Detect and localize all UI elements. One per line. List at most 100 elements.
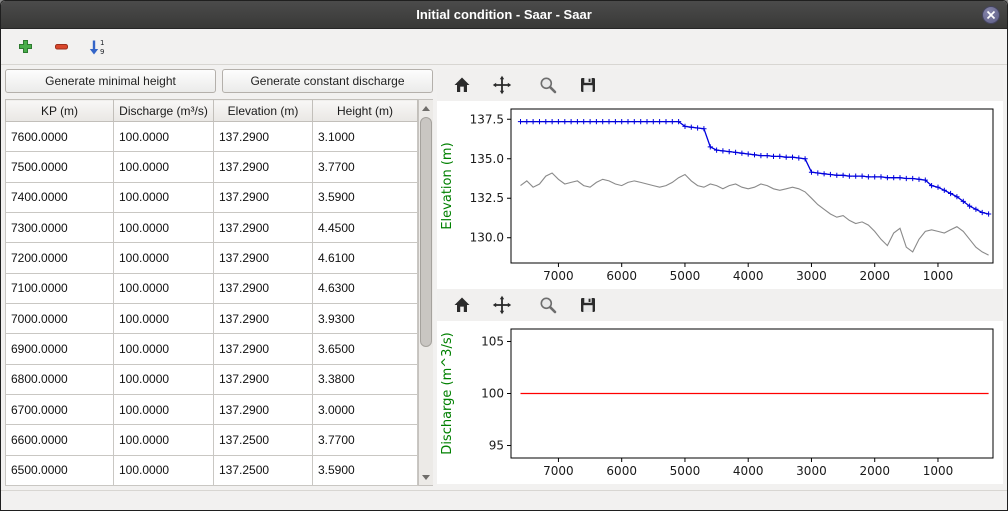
table-row: 7600.0000100.0000137.29003.1000 (6, 122, 418, 152)
table-cell[interactable]: 6600.0000 (6, 425, 114, 455)
table-cell[interactable]: 6800.0000 (6, 364, 114, 394)
table-cell[interactable]: 137.2900 (214, 182, 313, 212)
table-cell[interactable]: 137.2900 (214, 243, 313, 273)
app-window: Initial condition - Saar - Saar 1 9 (0, 0, 1008, 511)
table-row: 6800.0000100.0000137.29003.3800 (6, 364, 418, 394)
table-row: 7200.0000100.0000137.29004.6100 (6, 243, 418, 273)
titlebar[interactable]: Initial condition - Saar - Saar (1, 1, 1007, 29)
save-button[interactable] (575, 292, 601, 318)
home-button[interactable] (449, 292, 475, 318)
save-icon (578, 75, 598, 95)
table-cell[interactable]: 7000.0000 (6, 303, 114, 333)
window-title: Initial condition - Saar - Saar (1, 7, 1007, 22)
table-cell[interactable]: 137.2900 (214, 122, 313, 152)
table-cell[interactable]: 137.2900 (214, 364, 313, 394)
table-cell[interactable]: 100.0000 (114, 212, 214, 242)
table-cell[interactable]: 3.9300 (313, 303, 418, 333)
generate-minimal-height-button[interactable]: Generate minimal height (5, 69, 216, 93)
table-row: 6900.0000100.0000137.29003.6500 (6, 334, 418, 364)
scrollbar-up-arrow[interactable] (419, 101, 433, 115)
table-cell[interactable]: 3.1000 (313, 122, 418, 152)
table-cell[interactable]: 7600.0000 (6, 122, 114, 152)
svg-text:1000: 1000 (923, 464, 954, 478)
table-cell[interactable]: 3.7700 (313, 152, 418, 182)
svg-text:130.0: 130.0 (470, 231, 504, 245)
svg-text:95: 95 (489, 439, 504, 453)
elevation-chart[interactable]: 7000600050004000300020001000130.0132.513… (437, 101, 1003, 289)
table-row: 7400.0000100.0000137.29003.5900 (6, 182, 418, 212)
table-cell[interactable]: 137.2900 (214, 394, 313, 424)
sort-rows-button[interactable]: 1 9 (83, 34, 111, 60)
scrollbar-thumb[interactable] (420, 117, 432, 347)
elevation-chart-toolbar (437, 69, 1003, 101)
table-cell[interactable]: 137.2500 (214, 425, 313, 455)
charts-panel: 7000600050004000300020001000130.0132.513… (437, 69, 1003, 486)
table-cell[interactable]: 137.2900 (214, 334, 313, 364)
table-cell[interactable]: 3.6500 (313, 334, 418, 364)
svg-text:137.5: 137.5 (470, 112, 504, 126)
table-cell[interactable]: 100.0000 (114, 455, 214, 485)
pan-button[interactable] (489, 72, 515, 98)
table-cell[interactable]: 4.6300 (313, 273, 418, 303)
zoom-button[interactable] (535, 292, 561, 318)
table-column-header[interactable]: KP (m) (6, 100, 114, 122)
table-cell[interactable]: 4.6100 (313, 243, 418, 273)
table-cell[interactable]: 100.0000 (114, 394, 214, 424)
home-button[interactable] (449, 72, 475, 98)
table-cell[interactable]: 6500.0000 (6, 455, 114, 485)
remove-row-button[interactable] (47, 34, 75, 60)
table-cell[interactable]: 100.0000 (114, 364, 214, 394)
table-cell[interactable]: 137.2500 (214, 455, 313, 485)
table-cell[interactable]: 100.0000 (114, 182, 214, 212)
table-cell[interactable]: 137.2900 (214, 212, 313, 242)
table-cell[interactable]: 3.5900 (313, 455, 418, 485)
table-column-header[interactable]: Discharge (m³/s) (114, 100, 214, 122)
svg-text:5000: 5000 (670, 464, 701, 478)
table-cell[interactable]: 7200.0000 (6, 243, 114, 273)
svg-text:4000: 4000 (733, 269, 764, 283)
table-cell[interactable]: 100.0000 (114, 425, 214, 455)
minus-icon (53, 38, 70, 55)
table-cell[interactable]: 137.2900 (214, 303, 313, 333)
save-button[interactable] (575, 72, 601, 98)
table-cell[interactable]: 7300.0000 (6, 212, 114, 242)
table-cell[interactable]: 3.7700 (313, 425, 418, 455)
table-body: 7600.0000100.0000137.29003.10007500.0000… (6, 122, 418, 486)
zoom-button[interactable] (535, 72, 561, 98)
scrollbar-down-arrow[interactable] (419, 470, 433, 484)
initial-condition-table: KP (m)Discharge (m³/s)Elevation (m)Heigh… (5, 99, 418, 486)
table-cell[interactable]: 137.2900 (214, 273, 313, 303)
svg-text:105: 105 (481, 334, 504, 348)
home-icon (452, 75, 472, 95)
table-cell[interactable]: 100.0000 (114, 122, 214, 152)
table-cell[interactable]: 100.0000 (114, 303, 214, 333)
table-cell[interactable]: 3.5900 (313, 182, 418, 212)
generate-constant-discharge-button[interactable]: Generate constant discharge (222, 69, 433, 93)
table-cell[interactable]: 100.0000 (114, 152, 214, 182)
table-cell[interactable]: 3.3800 (313, 364, 418, 394)
table-row: 6700.0000100.0000137.29003.0000 (6, 394, 418, 424)
table-column-header[interactable]: Height (m) (313, 100, 418, 122)
table-cell[interactable]: 100.0000 (114, 273, 214, 303)
table-cell[interactable]: 100.0000 (114, 334, 214, 364)
table-cell[interactable]: 7500.0000 (6, 152, 114, 182)
table-cell[interactable]: 3.0000 (313, 394, 418, 424)
table-cell[interactable]: 137.2900 (214, 152, 313, 182)
zoom-icon (538, 75, 558, 95)
table-cell[interactable]: 6700.0000 (6, 394, 114, 424)
table-cell[interactable]: 7400.0000 (6, 182, 114, 212)
close-button[interactable] (982, 6, 1000, 24)
status-bar (1, 490, 1007, 510)
close-icon (986, 10, 996, 20)
svg-text:6000: 6000 (606, 269, 637, 283)
table-cell[interactable]: 6900.0000 (6, 334, 114, 364)
table-cell[interactable]: 100.0000 (114, 243, 214, 273)
zoom-icon (538, 295, 558, 315)
pan-button[interactable] (489, 292, 515, 318)
table-scrollbar[interactable] (418, 99, 433, 486)
table-cell[interactable]: 7100.0000 (6, 273, 114, 303)
add-row-button[interactable] (11, 34, 39, 60)
table-column-header[interactable]: Elevation (m) (214, 100, 313, 122)
table-cell[interactable]: 4.4500 (313, 212, 418, 242)
discharge-chart[interactable]: 700060005000400030002000100095100105Disc… (437, 321, 1003, 484)
